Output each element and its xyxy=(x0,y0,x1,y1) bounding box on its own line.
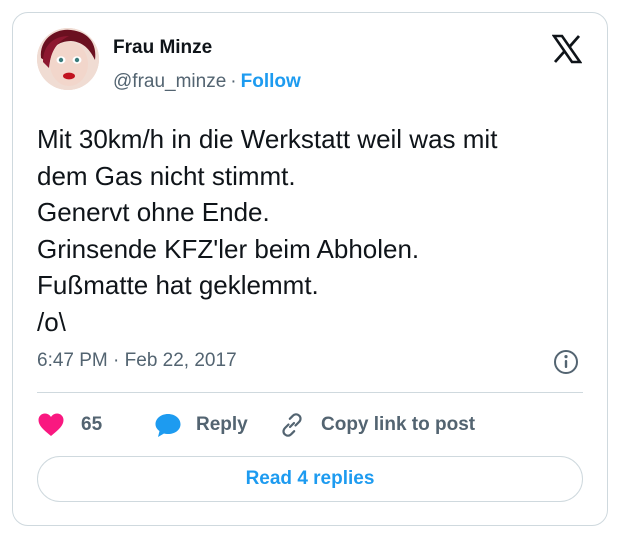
follow-link[interactable]: Follow xyxy=(241,71,301,92)
tweet-line: Grinsende KFZ'ler beim Abholen. xyxy=(37,233,420,264)
x-logo-icon[interactable] xyxy=(551,34,583,64)
tweet-line: Fußmatte hat geklemmt. xyxy=(37,270,319,300)
tweet-line: /o\ xyxy=(37,306,66,337)
tweet-line: Genervt ohne Ende. xyxy=(37,197,270,227)
tweet-text: Mit 30km/h in die Werkstatt weil was mit… xyxy=(37,121,597,340)
avatar-image xyxy=(37,28,99,90)
separator-dot: · xyxy=(113,350,120,371)
info-icon[interactable] xyxy=(553,349,579,375)
read-replies-label: Read 4 replies xyxy=(245,468,375,489)
speech-bubble-icon xyxy=(155,414,181,437)
tweet-line: dem Gas nicht stimmt. xyxy=(37,160,296,191)
user-handle[interactable]: @frau_minze xyxy=(113,71,226,92)
read-replies-button[interactable]: Read 4 replies xyxy=(37,456,583,502)
link-icon xyxy=(282,413,302,437)
heart-icon xyxy=(38,413,64,436)
copy-link-button[interactable]: Copy link to post xyxy=(279,412,475,438)
like-count: 65 xyxy=(81,414,103,435)
tweet-time: 6:47 PM xyxy=(37,350,108,371)
tweet-line: Mit 30km/h in die Werkstatt weil was mit xyxy=(37,124,498,154)
timestamp[interactable]: 6:47 PM · Feb 22, 2017 xyxy=(37,349,237,373)
tweet-date: Feb 22, 2017 xyxy=(124,350,237,371)
reply-label: Reply xyxy=(196,414,248,435)
reply-button[interactable]: Reply xyxy=(154,412,279,438)
action-bar: 65 Reply Copy link to post xyxy=(37,411,475,439)
copy-link-label: Copy link to post xyxy=(321,414,476,435)
handle-row: @frau_minze · Follow xyxy=(113,70,301,94)
divider xyxy=(37,392,583,393)
avatar[interactable] xyxy=(37,28,99,90)
display-name[interactable]: Frau Minze xyxy=(113,36,212,60)
separator-dot: · xyxy=(230,71,237,92)
like-button[interactable]: 65 xyxy=(37,412,154,438)
